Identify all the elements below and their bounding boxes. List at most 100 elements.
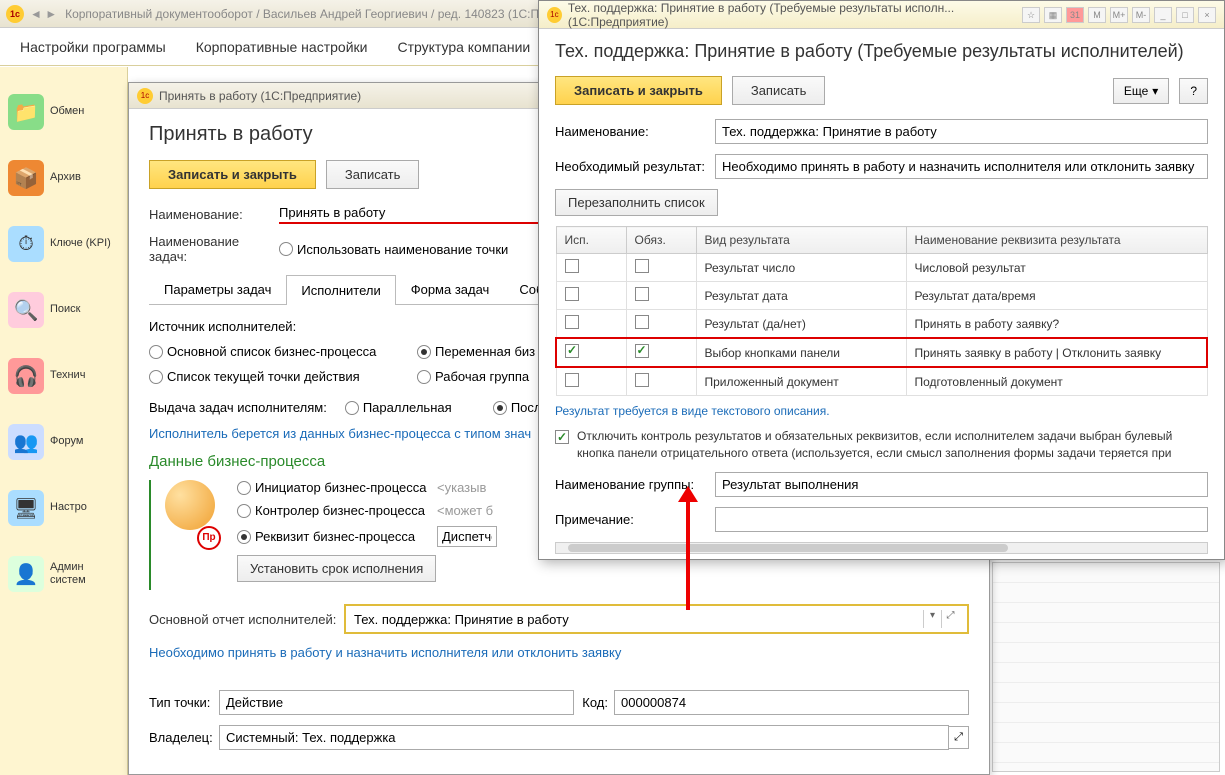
radio-controller[interactable] (237, 504, 251, 518)
radio-workgroup[interactable] (417, 370, 431, 384)
sidebar-item-search[interactable]: 🔍Поиск (0, 277, 127, 343)
need-result-input[interactable] (715, 154, 1208, 179)
exchange-icon: 📁 (8, 94, 44, 130)
radio-current-point[interactable] (149, 370, 163, 384)
menu-corp-settings[interactable]: Корпоративные настройки (196, 39, 368, 55)
more-button[interactable]: Еще▾ (1113, 78, 1169, 104)
col-req-name[interactable]: Наименование реквизита результата (906, 227, 1207, 254)
open-icon[interactable]: ⤢ (941, 610, 959, 628)
btn-m-plus[interactable]: M+ (1110, 7, 1128, 23)
radio-bp-variable[interactable] (417, 345, 431, 359)
executor-info-link[interactable]: Исполнитель берется из данных бизнес-про… (149, 426, 531, 441)
dropdown-icon[interactable]: ▾ (923, 610, 941, 628)
requisite-input[interactable] (437, 526, 497, 547)
set-deadline-button[interactable]: Установить срок исполнения (237, 555, 436, 582)
obyaz-checkbox[interactable] (635, 287, 649, 301)
radio-requisite[interactable] (237, 530, 251, 544)
btn-m[interactable]: M (1088, 7, 1106, 23)
refill-list-button[interactable]: Перезаполнить список (555, 189, 718, 216)
note-input[interactable] (715, 507, 1208, 532)
table-row[interactable]: Результат датаРезультат дата/время (556, 282, 1207, 310)
tab-executors[interactable]: Исполнители (286, 275, 395, 305)
sidebar-item-settings[interactable]: 🖥Настро (0, 475, 127, 541)
owner-input[interactable] (219, 725, 949, 750)
close-button[interactable]: × (1198, 7, 1216, 23)
isp-checkbox[interactable] (565, 287, 579, 301)
menu-company-structure[interactable]: Структура компании (397, 39, 530, 55)
label-assign: Выдача задач исполнителям: (149, 400, 327, 415)
table-row[interactable]: Результат числоЧисловой результат (556, 254, 1207, 282)
isp-checkbox[interactable] (565, 315, 579, 329)
table-row[interactable]: Выбор кнопками панелиПринять заявку в ра… (556, 338, 1207, 367)
obyaz-checkbox[interactable] (635, 344, 649, 358)
col-obyaz[interactable]: Обяз. (626, 227, 696, 254)
right-grid-panel (992, 562, 1220, 772)
win2-titlebar[interactable]: 1c Тех. поддержка: Принятие в работу (Тр… (539, 1, 1224, 29)
isp-checkbox[interactable] (565, 373, 579, 387)
app-icon: 1c (547, 7, 562, 23)
sidebar-item-forum[interactable]: 👥Форум (0, 409, 127, 475)
win2-title-text: Тех. поддержка: Принятие в работу (Требу… (568, 1, 1022, 29)
obyaz-checkbox[interactable] (635, 259, 649, 273)
point-type-input[interactable] (219, 690, 574, 715)
minimize-button[interactable]: _ (1154, 7, 1172, 23)
radio-sequential[interactable] (493, 401, 507, 415)
menu-program-settings[interactable]: Настройки программы (20, 39, 166, 55)
obyaz-checkbox[interactable] (635, 315, 649, 329)
sidebar-item-kpi[interactable]: ⏱Ключе (KPI) (0, 211, 127, 277)
horizontal-scrollbar[interactable] (555, 542, 1208, 554)
name-cell: Принять заявку в работу | Отклонить заяв… (906, 338, 1207, 367)
sidebar: 📁Обмен 📦Архив ⏱Ключе (KPI) 🔍Поиск 🎧Техни… (0, 67, 128, 775)
table-row[interactable]: Приложенный документПодготовленный докум… (556, 367, 1207, 396)
tab-task-params[interactable]: Параметры задач (149, 274, 286, 304)
disable-control-checkbox[interactable] (555, 430, 569, 444)
sidebar-item-archive[interactable]: 📦Архив (0, 145, 127, 211)
col-kind[interactable]: Вид результата (696, 227, 906, 254)
maximize-button[interactable]: □ (1176, 7, 1194, 23)
sidebar-item-tech[interactable]: 🎧Технич (0, 343, 127, 409)
isp-checkbox[interactable] (565, 259, 579, 273)
main-report-value[interactable]: Тех. поддержка: Принятие в работу (354, 612, 923, 627)
btn-m-minus[interactable]: M- (1132, 7, 1150, 23)
kind-cell: Результат число (696, 254, 906, 282)
settings-icon: 🖥 (8, 490, 44, 526)
bp-person-icon: Пр (161, 480, 221, 550)
name-input[interactable] (715, 119, 1208, 144)
win2-heading: Тех. поддержка: Принятие в работу (Требу… (555, 41, 1208, 62)
toolbar-grid-icon[interactable]: ▦ (1044, 7, 1062, 23)
save-button[interactable]: Записать (732, 76, 826, 105)
sidebar-item-exchange[interactable]: 📁Обмен (0, 79, 127, 145)
obyaz-checkbox[interactable] (635, 373, 649, 387)
name-cell: Результат дата/время (906, 282, 1207, 310)
kind-cell: Результат (да/нет) (696, 310, 906, 339)
save-close-button[interactable]: Записать и закрыть (149, 160, 316, 189)
name-cell: Подготовленный документ (906, 367, 1207, 396)
save-close-button[interactable]: Записать и закрыть (555, 76, 722, 105)
owner-open-icon[interactable]: ⤢ (949, 726, 969, 749)
radio-initiator[interactable] (237, 481, 251, 495)
name-value[interactable]: Принять в работу (279, 205, 559, 224)
radio-main-list[interactable] (149, 345, 163, 359)
nav-arrows[interactable]: ◄ ► (30, 7, 57, 21)
radio-use-point-name[interactable] (279, 242, 293, 256)
tech-support-window: 1c Тех. поддержка: Принятие в работу (Тр… (538, 0, 1225, 560)
isp-checkbox[interactable] (565, 344, 579, 358)
sidebar-item-admin[interactable]: 👤Админ систем (0, 541, 127, 607)
save-button[interactable]: Записать (326, 160, 420, 189)
col-isp[interactable]: Исп. (556, 227, 626, 254)
toolbar-calendar-icon[interactable]: 31 (1066, 7, 1084, 23)
label-name: Наименование: (149, 207, 279, 222)
archive-icon: 📦 (8, 160, 44, 196)
help-button[interactable]: ? (1179, 78, 1208, 104)
report-desc-link[interactable]: Необходимо принять в работу и назначить … (149, 645, 621, 660)
radio-parallel[interactable] (345, 401, 359, 415)
tab-task-form[interactable]: Форма задач (396, 274, 505, 304)
table-row[interactable]: Результат (да/нет)Принять в работу заявк… (556, 310, 1207, 339)
toolbar-star-icon[interactable]: ☆ (1022, 7, 1040, 23)
code-input[interactable] (614, 690, 969, 715)
win1-title-text: Принять в работу (1С:Предприятие) (159, 89, 361, 103)
group-name-input[interactable] (715, 472, 1208, 497)
forum-icon: 👥 (8, 424, 44, 460)
text-desc-link[interactable]: Результат требуется в виде текстового оп… (555, 404, 830, 418)
app-icon: 1c (137, 88, 153, 104)
